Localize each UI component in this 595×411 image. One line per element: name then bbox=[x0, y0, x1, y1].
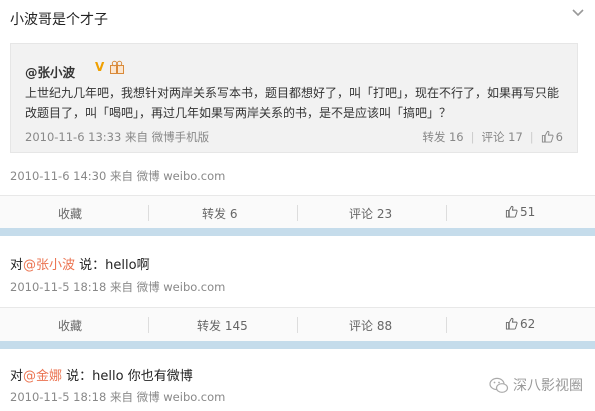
post-time-link[interactable]: 2010-11-5 18:18 bbox=[10, 280, 106, 294]
quoted-author-link[interactable]: @张小波 bbox=[25, 62, 75, 81]
post-source: 来自 微博 weibo.com bbox=[109, 280, 226, 294]
quoted-actions: 转发 16 | 评论 17 | 6 bbox=[422, 129, 563, 145]
post-action-bar: 收藏 转发 145 评论 88 62 bbox=[0, 307, 595, 341]
post-time-link[interactable]: 2010-11-5 18:18 bbox=[10, 390, 106, 404]
wechat-icon bbox=[489, 377, 509, 393]
like-button[interactable]: 62 bbox=[505, 317, 535, 331]
post-text: 对@金娜 说：hello 你也有微博 bbox=[10, 365, 193, 384]
quoted-comment-link[interactable]: 评论 17 bbox=[482, 129, 523, 145]
post-text: 小波哥是个才子 bbox=[10, 12, 108, 28]
like-count: 62 bbox=[520, 317, 536, 331]
quoted-repost-link[interactable]: 转发 16 bbox=[422, 129, 463, 145]
weibo-post-1: 小波哥是个才子 @张小波 V 上世纪九几年吧，我想针对两岸关系写本书，题目都想好… bbox=[0, 0, 595, 229]
quoted-meta: 2010-11-6 13:33 来自 微博手机版 bbox=[25, 129, 209, 145]
post-prefix: 对 bbox=[10, 258, 24, 273]
quoted-like-count: 6 bbox=[555, 130, 563, 144]
quoted-text: 上世纪九几年吧，我想针对两岸关系写本书，题目都想好了，叫「打吧」，现在不行了，如… bbox=[25, 86, 560, 120]
chevron-down-icon[interactable] bbox=[571, 6, 585, 20]
divider bbox=[148, 317, 149, 333]
thumbs-up-icon bbox=[541, 130, 554, 143]
divider bbox=[297, 317, 298, 333]
quoted-time-link[interactable]: 2010-11-6 13:33 bbox=[25, 130, 121, 144]
thumbs-up-icon bbox=[505, 317, 518, 330]
watermark: 深八影视圈 bbox=[489, 375, 583, 395]
weibo-post-2: 对@张小波 说：hello啊 2010-11-5 18:18 来自 微博 wei… bbox=[0, 236, 595, 341]
divider: | bbox=[470, 130, 475, 144]
post-meta: 2010-11-5 18:18 来自 微博 weibo.com bbox=[10, 279, 225, 295]
post-text: 对@张小波 说：hello啊 bbox=[10, 254, 150, 273]
repost-button[interactable]: 转发 6 bbox=[202, 205, 237, 222]
post-body: 说：hello啊 bbox=[75, 258, 150, 273]
divider bbox=[446, 205, 447, 221]
mention-link[interactable]: @金娜 bbox=[23, 369, 62, 384]
divider bbox=[297, 205, 298, 221]
like-button[interactable]: 51 bbox=[505, 205, 535, 219]
divider bbox=[148, 205, 149, 221]
post-time-link[interactable]: 2010-11-6 14:30 bbox=[10, 169, 106, 183]
weibo-post-3: 对@金娜 说：hello 你也有微博 2010-11-5 18:18 来自 微博… bbox=[0, 349, 595, 411]
post-source: 来自 微博 weibo.com bbox=[109, 169, 226, 183]
quoted-post: @张小波 V 上世纪九几年吧，我想针对两岸关系写本书，题目都想好了，叫「打吧」，… bbox=[10, 43, 578, 153]
post-body: 说：hello 你也有微博 bbox=[62, 369, 193, 384]
gift-icon bbox=[110, 60, 124, 74]
post-meta: 2010-11-5 18:18 来自 微博 weibo.com bbox=[10, 389, 225, 405]
thumbs-up-icon bbox=[505, 205, 518, 218]
like-count: 51 bbox=[520, 205, 536, 219]
verified-badge-icon: V bbox=[95, 60, 105, 74]
post-source: 来自 微博 weibo.com bbox=[109, 390, 226, 404]
post-prefix: 对 bbox=[10, 369, 24, 384]
favorite-button[interactable]: 收藏 bbox=[58, 317, 82, 334]
quoted-source: 来自 微博手机版 bbox=[124, 130, 210, 144]
quoted-like-button[interactable]: 6 bbox=[541, 130, 563, 144]
divider bbox=[446, 317, 447, 333]
post-meta: 2010-11-6 14:30 来自 微博 weibo.com bbox=[10, 168, 225, 184]
post-action-bar: 收藏 转发 6 评论 23 51 bbox=[0, 195, 595, 229]
post-separator bbox=[0, 341, 595, 349]
post-separator bbox=[0, 228, 595, 236]
divider: | bbox=[529, 130, 534, 144]
comment-button[interactable]: 评论 88 bbox=[349, 317, 392, 334]
comment-button[interactable]: 评论 23 bbox=[349, 205, 392, 222]
favorite-button[interactable]: 收藏 bbox=[58, 205, 82, 222]
watermark-text: 深八影视圈 bbox=[513, 378, 583, 394]
mention-link[interactable]: @张小波 bbox=[23, 258, 75, 273]
repost-button[interactable]: 转发 145 bbox=[197, 317, 248, 334]
